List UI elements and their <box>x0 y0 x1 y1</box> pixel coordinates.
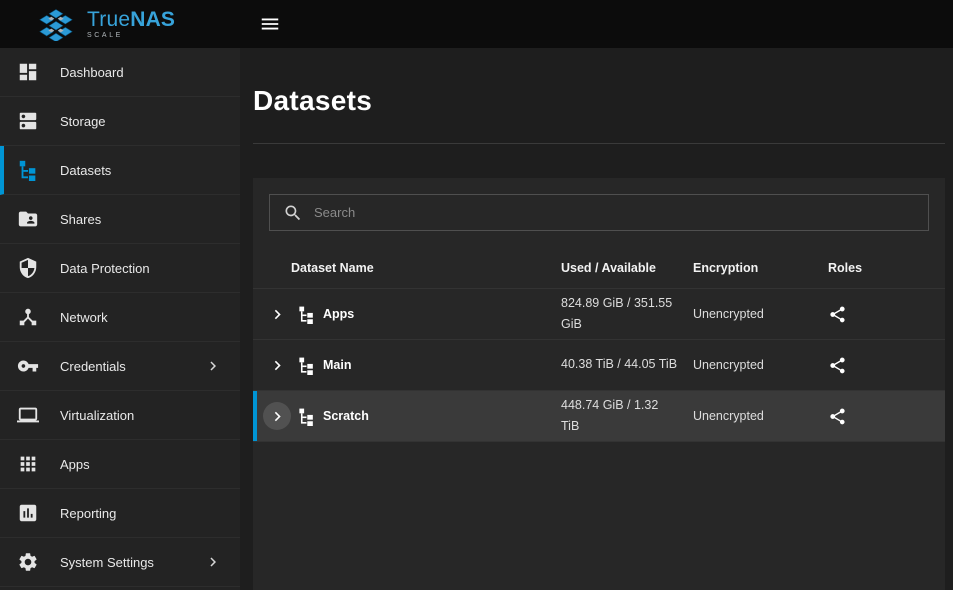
apps-grid-icon <box>16 453 39 476</box>
search-box[interactable] <box>269 194 929 231</box>
truenas-logo[interactable]: TrueNAS SCALE <box>0 7 240 41</box>
sidebar-item-label: Credentials <box>60 359 126 374</box>
bar-chart-icon <box>16 502 39 525</box>
share-icon[interactable] <box>828 304 848 324</box>
truenas-scale-subtitle: SCALE <box>87 32 175 39</box>
used-available-cell: 40.38 TiB / 44.05 TiB <box>561 354 693 376</box>
chevron-right-icon <box>204 357 222 375</box>
dataset-tree-icon <box>297 305 316 324</box>
column-header-used-available[interactable]: Used / Available <box>561 261 693 275</box>
encryption-cell: Unencrypted <box>693 307 828 321</box>
truenas-name: TrueNAS <box>87 9 175 30</box>
sidebar-item-reporting[interactable]: Reporting <box>0 489 240 538</box>
sidebar-item-network[interactable]: Network <box>0 293 240 342</box>
used-available-cell: 448.74 GiB / 1.32 TiB <box>561 395 693 438</box>
sidebar-item-datasets[interactable]: Datasets <box>0 146 240 195</box>
network-hub-icon <box>16 306 39 329</box>
sidebar-item-virtualization[interactable]: Virtualization <box>0 391 240 440</box>
column-header-dataset-name[interactable]: Dataset Name <box>253 261 561 275</box>
expand-row-icon[interactable] <box>263 300 291 328</box>
table-row-apps[interactable]: Apps 824.89 GiB / 351.55 GiB Unencrypted <box>253 289 945 340</box>
encryption-cell: Unencrypted <box>693 358 828 372</box>
table-body: Apps 824.89 GiB / 351.55 GiB Unencrypted… <box>253 289 945 442</box>
datasets-icon <box>16 159 39 182</box>
sidebar-item-label: Network <box>60 310 108 325</box>
shield-icon <box>16 257 39 280</box>
dataset-name-cell: Main <box>253 351 561 379</box>
sidebar-item-label: Storage <box>60 114 106 129</box>
sidebar-item-label: Datasets <box>60 163 111 178</box>
truenas-app-window: TrueNAS SCALE Dashboard Storage Datasets… <box>0 0 953 590</box>
dataset-name-cell: Scratch <box>253 402 561 430</box>
sidebar-item-storage[interactable]: Storage <box>0 97 240 146</box>
expand-row-icon[interactable] <box>263 402 291 430</box>
key-icon <box>16 355 39 378</box>
column-header-encryption[interactable]: Encryption <box>693 261 828 275</box>
sidebar-item-credentials[interactable]: Credentials <box>0 342 240 391</box>
hamburger-menu-icon[interactable] <box>257 11 283 37</box>
expand-row-icon[interactable] <box>263 351 291 379</box>
roles-cell <box>828 406 945 426</box>
roles-cell <box>828 304 945 324</box>
sidebar-item-apps[interactable]: Apps <box>0 440 240 489</box>
truenas-wordmark: TrueNAS SCALE <box>87 9 175 39</box>
sidebar-item-label: System Settings <box>60 555 154 570</box>
sidebar-item-label: Dashboard <box>60 65 124 80</box>
dashboard-icon <box>16 61 39 84</box>
dataset-tree-icon <box>297 407 316 426</box>
gear-icon <box>16 551 39 574</box>
truenas-logo-icon <box>34 7 78 41</box>
storage-icon <box>16 110 39 133</box>
sidebar-item-label: Virtualization <box>60 408 134 423</box>
dataset-name-cell: Apps <box>253 300 561 328</box>
table-row-scratch[interactable]: Scratch 448.74 GiB / 1.32 TiB Unencrypte… <box>253 391 945 442</box>
table-row-main[interactable]: Main 40.38 TiB / 44.05 TiB Unencrypted <box>253 340 945 391</box>
main-content: Datasets Dataset Name Used / Available E… <box>240 48 953 590</box>
dataset-tree-icon <box>297 356 316 375</box>
sidebar-item-label: Apps <box>60 457 90 472</box>
sidebar-item-system-settings[interactable]: System Settings <box>0 538 240 587</box>
search-input[interactable] <box>314 205 915 220</box>
computer-icon <box>16 404 39 427</box>
sidebar-item-dashboard[interactable]: Dashboard <box>0 48 240 97</box>
search-icon <box>283 203 303 223</box>
sidebar-item-label: Data Protection <box>60 261 150 276</box>
sidebar-nav: Dashboard Storage Datasets Shares Data P… <box>0 48 240 590</box>
used-available-cell: 824.89 GiB / 351.55 GiB <box>561 293 693 336</box>
sidebar-item-data-protection[interactable]: Data Protection <box>0 244 240 293</box>
table-header: Dataset Name Used / Available Encryption… <box>253 247 945 289</box>
dataset-name: Scratch <box>323 409 369 423</box>
column-header-roles[interactable]: Roles <box>828 261 945 275</box>
dataset-name: Apps <box>323 307 354 321</box>
share-icon[interactable] <box>828 406 848 426</box>
roles-cell <box>828 355 945 375</box>
sidebar-item-label: Reporting <box>60 506 116 521</box>
shares-folder-icon <box>16 208 39 231</box>
page-title: Datasets <box>253 85 953 117</box>
sidebar-item-shares[interactable]: Shares <box>0 195 240 244</box>
dataset-name: Main <box>323 358 351 372</box>
encryption-cell: Unencrypted <box>693 409 828 423</box>
chevron-right-icon <box>204 553 222 571</box>
topbar: TrueNAS SCALE <box>0 0 953 48</box>
title-divider <box>253 143 945 144</box>
share-icon[interactable] <box>828 355 848 375</box>
datasets-panel: Dataset Name Used / Available Encryption… <box>253 178 945 590</box>
sidebar-item-label: Shares <box>60 212 101 227</box>
